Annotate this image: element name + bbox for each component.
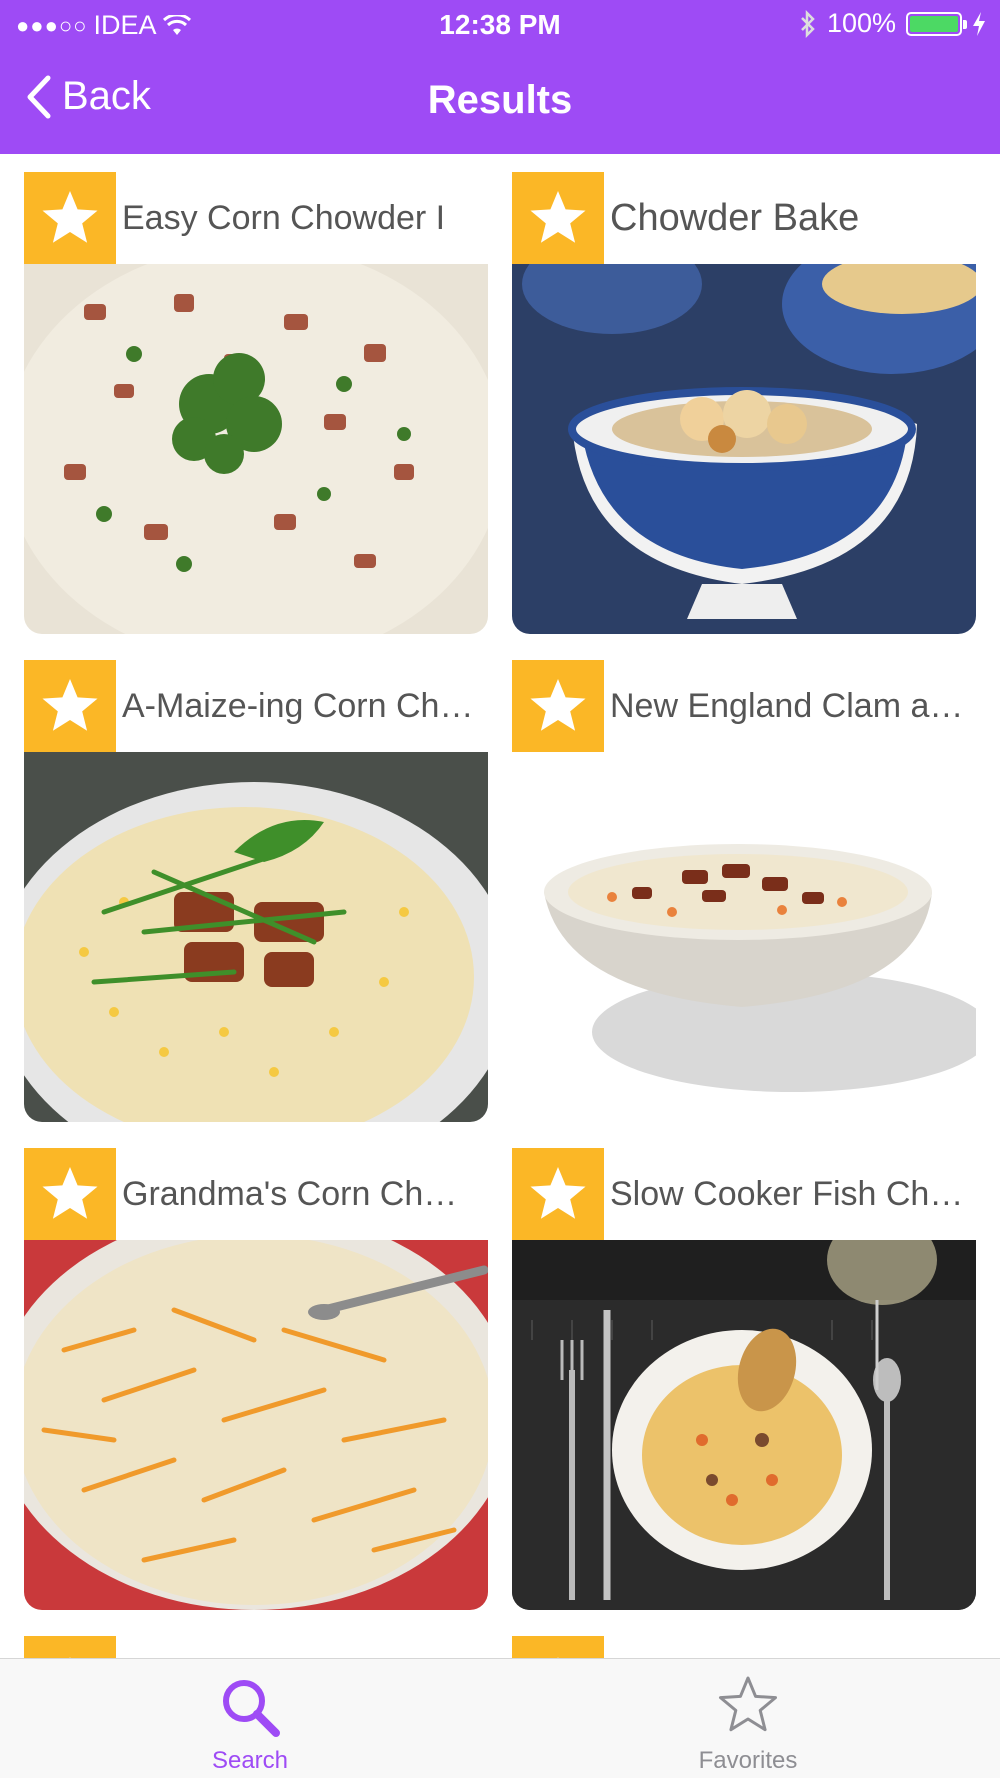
status-bar: ●●●○○ IDEA 12:38 PM 100% [0,0,1000,50]
favorite-button[interactable] [24,172,116,264]
search-icon [223,1680,280,1737]
result-card[interactable]: Easy Corn Chowder I [24,172,488,634]
battery-level-fill [910,15,958,32]
battery-icon [906,11,967,36]
recipe-image[interactable] [512,1240,976,1610]
tab-search[interactable]: Search [100,1659,400,1778]
recipe-image[interactable] [24,264,488,634]
recipe-title[interactable]: Easy Corn Chowder I [122,199,482,238]
result-card-header: New England Clam a… [512,660,976,752]
result-card-header: A-Maize-ing Corn Ch… [24,660,488,752]
results-grid: Easy Corn Chowder I Chowder Bake A-Maize… [0,154,1000,1658]
recipe-image[interactable] [512,752,976,1122]
tab-search-label: Search [211,1747,289,1774]
tab-favorites[interactable]: Favorites [598,1659,898,1778]
star-icon [42,1167,98,1219]
battery-percent: 100% [826,8,896,38]
result-card-header: Slow Cooker Fish Ch… [512,1148,976,1240]
star-outline-icon [719,1676,777,1732]
result-card[interactable]: A-Maize-ing Corn Ch… [24,660,488,1122]
result-card-header: Easy Corn Chowder I [24,172,488,264]
star-icon [530,191,586,243]
favorite-button[interactable] [512,172,604,264]
tab-favorites-label: Favorites [698,1747,798,1774]
recipe-image[interactable] [24,1240,488,1610]
result-card[interactable]: Slow Cooker Fish Ch… [512,1148,976,1610]
star-icon [42,191,98,243]
favorite-button[interactable] [512,660,604,752]
status-right: 100% [799,8,986,39]
tab-bar: Search Favorites [0,1658,1000,1778]
favorite-button[interactable] [24,1148,116,1240]
app-header: ●●●○○ IDEA 12:38 PM 100% Back Results [0,0,1000,154]
result-card-partial[interactable] [512,1636,976,1658]
favorite-button[interactable] [512,1636,604,1658]
favorite-button[interactable] [512,1148,604,1240]
recipe-title[interactable]: New England Clam a… [610,687,970,726]
star-icon [530,679,586,731]
result-card[interactable]: New England Clam a… [512,660,976,1122]
recipe-title[interactable]: A-Maize-ing Corn Ch… [122,687,482,726]
recipe-title[interactable]: Chowder Bake [610,197,970,240]
recipe-image[interactable] [512,264,976,634]
charging-bolt-icon [973,11,985,36]
bluetooth-icon [801,9,815,38]
result-card-partial[interactable] [24,1636,488,1658]
result-card-header: Grandma's Corn Ch… [24,1148,488,1240]
recipe-title[interactable]: Slow Cooker Fish Ch… [610,1175,970,1214]
navigation-bar: Back Results [0,56,1000,146]
recipe-title[interactable]: Grandma's Corn Ch… [122,1175,482,1214]
star-icon [42,679,98,731]
recipe-image[interactable] [24,752,488,1122]
result-card[interactable]: Chowder Bake [512,172,976,634]
result-card-header: Chowder Bake [512,172,976,264]
page-title: Results [427,78,573,122]
result-card[interactable]: Grandma's Corn Ch… [24,1148,488,1610]
favorite-button[interactable] [24,1636,116,1658]
favorite-button[interactable] [24,660,116,752]
star-icon [530,1167,586,1219]
